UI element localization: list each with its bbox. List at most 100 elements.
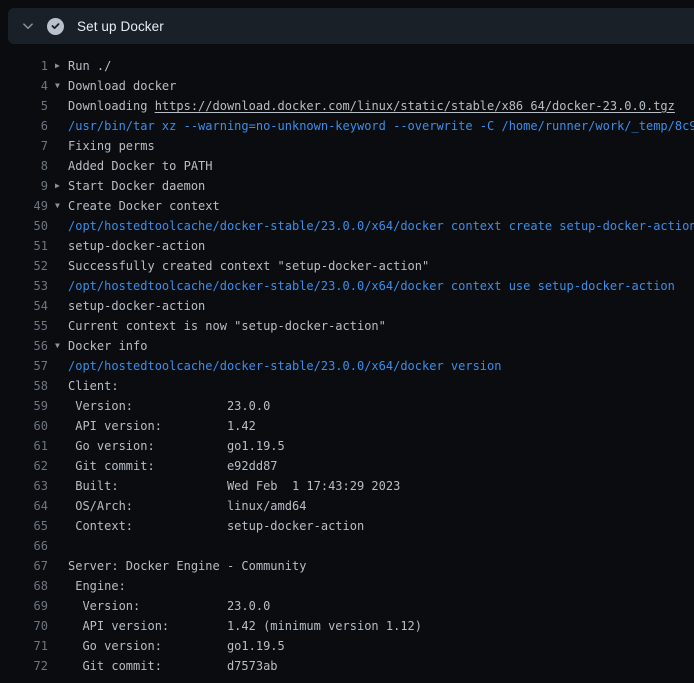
- line-number[interactable]: 50: [0, 216, 48, 236]
- log-line: 56 ▼Docker info: [0, 336, 694, 356]
- line-number[interactable]: 9: [0, 176, 48, 196]
- check-circle-icon: [47, 18, 64, 35]
- log-text: setup-docker-action: [68, 296, 205, 316]
- log-line: 64 OS/Arch: linux/amd64: [0, 496, 694, 516]
- log-line: 49 ▼Create Docker context: [0, 196, 694, 216]
- line-number[interactable]: 51: [0, 236, 48, 256]
- log-line: 61 Go version: go1.19.5: [0, 436, 694, 456]
- log-group-header[interactable]: ▼Create Docker context: [68, 196, 220, 216]
- log-line: 71 Go version: go1.19.5: [0, 636, 694, 656]
- line-number[interactable]: 60: [0, 416, 48, 436]
- command-text: /opt/hostedtoolcache/docker-stable/23.0.…: [68, 356, 501, 376]
- log-line: 69 Version: 23.0.0: [0, 596, 694, 616]
- line-number[interactable]: 54: [0, 296, 48, 316]
- log-text: Added Docker to PATH: [68, 156, 213, 176]
- log-line: 51 setup-docker-action: [0, 236, 694, 256]
- chevron-down-icon[interactable]: [22, 20, 34, 32]
- line-number[interactable]: 4: [0, 76, 48, 96]
- log-line: 50/opt/hostedtoolcache/docker-stable/23.…: [0, 216, 694, 236]
- log-line: 7 Fixing perms: [0, 136, 694, 156]
- line-number[interactable]: 67: [0, 556, 48, 576]
- log-line: 67 Server: Docker Engine - Community: [0, 556, 694, 576]
- line-number[interactable]: 61: [0, 436, 48, 456]
- line-number[interactable]: 56: [0, 336, 48, 356]
- log-text: Client:: [68, 376, 119, 396]
- line-number[interactable]: 63: [0, 476, 48, 496]
- line-number[interactable]: 57: [0, 356, 48, 376]
- line-number[interactable]: 71: [0, 636, 48, 656]
- log-text: Git commit: d7573ab: [68, 656, 278, 676]
- line-number[interactable]: 64: [0, 496, 48, 516]
- log-text: Fixing perms: [68, 136, 155, 156]
- line-number[interactable]: 65: [0, 516, 48, 536]
- log-line: 53/opt/hostedtoolcache/docker-stable/23.…: [0, 276, 694, 296]
- log-line: 58 Client:: [0, 376, 694, 396]
- log-line: 6/usr/bin/tar xz --warning=no-unknown-ke…: [0, 116, 694, 136]
- log-line: 55Current context is now "setup-docker-a…: [0, 316, 694, 336]
- line-number[interactable]: 66: [0, 536, 48, 556]
- line-number[interactable]: 70: [0, 616, 48, 636]
- triangle-expanded-icon[interactable]: ▼: [55, 196, 67, 216]
- log-text-segment: Downloading: [68, 99, 155, 113]
- line-number[interactable]: 52: [0, 256, 48, 276]
- triangle-collapsed-icon[interactable]: ▶: [55, 176, 67, 196]
- log-line: 8 Added Docker to PATH: [0, 156, 694, 176]
- log-line: 60 API version: 1.42: [0, 416, 694, 436]
- log-text: setup-docker-action: [68, 236, 205, 256]
- log-line: 65 Context: setup-docker-action: [0, 516, 694, 536]
- log-line: 1 ▶Run ./: [0, 56, 694, 76]
- line-number[interactable]: 7: [0, 136, 48, 156]
- log-line: 70 API version: 1.42 (minimum version 1.…: [0, 616, 694, 636]
- log-viewer: 1 ▶Run ./ 4 ▼Download docker 5 Downloading ht…: [0, 36, 694, 676]
- line-number[interactable]: 53: [0, 276, 48, 296]
- log-line: 72 Git commit: d7573ab: [0, 656, 694, 676]
- log-group-header[interactable]: ▶Start Docker daemon: [68, 176, 205, 196]
- log-group-header[interactable]: ▶Run ./: [68, 56, 111, 76]
- log-text: Version: 23.0.0: [68, 396, 270, 416]
- line-number[interactable]: 68: [0, 576, 48, 596]
- log-line: 62 Git commit: e92dd87: [0, 456, 694, 476]
- log-group-header[interactable]: ▼Download docker: [68, 76, 176, 96]
- line-number[interactable]: 6: [0, 116, 48, 136]
- triangle-collapsed-icon[interactable]: ▶: [55, 56, 67, 76]
- log-line: 5 Downloading https://download.docker.com…: [0, 96, 694, 116]
- line-number[interactable]: 5: [0, 96, 48, 116]
- log-link[interactable]: https://download.docker.com/linux/static…: [155, 99, 675, 113]
- command-text: /opt/hostedtoolcache/docker-stable/23.0.…: [68, 276, 675, 296]
- line-number[interactable]: 69: [0, 596, 48, 616]
- step-title: Set up Docker: [77, 19, 164, 34]
- line-number[interactable]: 72: [0, 656, 48, 676]
- log-line: 59 Version: 23.0.0: [0, 396, 694, 416]
- log-line: 66: [0, 536, 694, 556]
- log-text: Git commit: e92dd87: [68, 456, 278, 476]
- line-number[interactable]: 8: [0, 156, 48, 176]
- line-number[interactable]: 1: [0, 56, 48, 76]
- log-line: 63 Built: Wed Feb 1 17:43:29 2023: [0, 476, 694, 496]
- log-text: Go version: go1.19.5: [68, 636, 285, 656]
- log-text: Server: Docker Engine - Community: [68, 556, 306, 576]
- triangle-expanded-icon[interactable]: ▼: [55, 76, 67, 96]
- line-number[interactable]: 59: [0, 396, 48, 416]
- log-text: API version: 1.42 (minimum version 1.12): [68, 616, 422, 636]
- log-line: 57/opt/hostedtoolcache/docker-stable/23.…: [0, 356, 694, 376]
- line-number[interactable]: 49: [0, 196, 48, 216]
- log-line: 52Successfully created context "setup-do…: [0, 256, 694, 276]
- log-text: Version: 23.0.0: [68, 596, 270, 616]
- log-text: Go version: go1.19.5: [68, 436, 285, 456]
- log-line: 4 ▼Download docker: [0, 76, 694, 96]
- log-group-header[interactable]: ▼Docker info: [68, 336, 147, 356]
- log-text: Engine:: [68, 576, 126, 596]
- triangle-expanded-icon[interactable]: ▼: [55, 336, 67, 356]
- log-text: Context: setup-docker-action: [68, 516, 364, 536]
- line-number[interactable]: 55: [0, 316, 48, 336]
- log-line: 68 Engine:: [0, 576, 694, 596]
- log-text: API version: 1.42: [68, 416, 256, 436]
- command-text: /opt/hostedtoolcache/docker-stable/23.0.…: [68, 216, 694, 236]
- log-line: 54 setup-docker-action: [0, 296, 694, 316]
- log-line: 9 ▶Start Docker daemon: [0, 176, 694, 196]
- line-number[interactable]: 58: [0, 376, 48, 396]
- line-number[interactable]: 62: [0, 456, 48, 476]
- step-header[interactable]: Set up Docker: [8, 8, 694, 44]
- log-text: Downloading https://download.docker.com/…: [68, 96, 675, 116]
- log-text: OS/Arch: linux/amd64: [68, 496, 306, 516]
